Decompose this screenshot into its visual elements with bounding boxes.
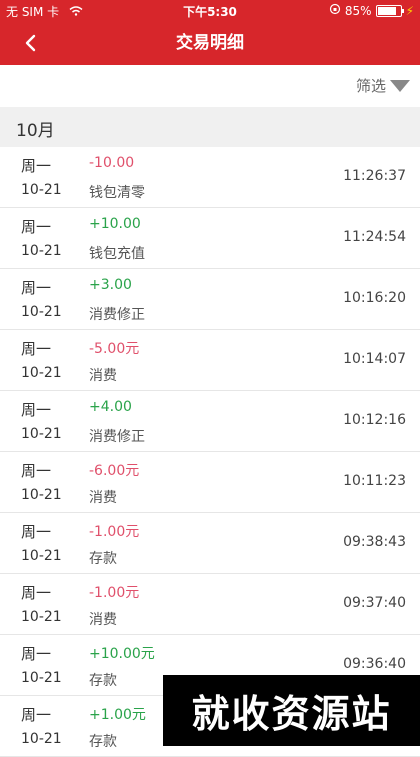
transaction-day: 周一 <box>21 584 52 602</box>
status-right: 85% ⚡ <box>329 3 414 18</box>
filter-button[interactable]: 筛选 <box>356 75 410 96</box>
transaction-amount: -6.00元 <box>89 463 140 479</box>
filter-label: 筛选 <box>355 77 386 95</box>
transaction-type: 钱包清零 <box>89 185 145 201</box>
transaction-type: 存款 <box>89 673 117 689</box>
watermark: 就收资源站 <box>163 675 420 746</box>
transaction-type: 钱包充值 <box>89 246 145 262</box>
transaction-row[interactable]: 周一 10-21 +4.00 消费修正 10:12:16 <box>0 391 420 452</box>
chevron-left-icon <box>25 34 36 52</box>
transaction-list: 周一 10-21 -10.00 钱包清零 11:26:37 周一 10-21 +10.00 钱包… <box>0 147 420 757</box>
battery-percent: 85% <box>344 3 372 18</box>
filter-bar: 筛选 <box>0 65 420 107</box>
transaction-row[interactable]: 周一 10-21 +10.00 钱包充值 11:24:54 <box>0 208 420 269</box>
status-bar: 无 SIM 卡 下午5:30 85% ⚡ <box>0 0 420 22</box>
transaction-date: 10-21 <box>21 548 62 564</box>
battery-icon <box>375 4 404 17</box>
transaction-row[interactable]: 周一 10-21 +3.00 消费修正 10:16:20 <box>0 269 420 330</box>
transaction-day: 周一 <box>21 340 52 358</box>
transaction-date: 10-21 <box>21 731 62 747</box>
triangle-down-icon <box>390 79 410 92</box>
transaction-time: 10:11:23 <box>343 473 406 489</box>
transaction-amount: +3.00 <box>89 277 132 293</box>
transaction-day: 周一 <box>21 401 52 419</box>
transaction-amount: -1.00元 <box>89 585 140 601</box>
transaction-amount: +10.00元 <box>89 646 155 662</box>
transaction-type: 存款 <box>89 551 117 567</box>
transaction-date: 10-21 <box>21 609 62 625</box>
transaction-time: 09:38:43 <box>343 534 406 550</box>
transaction-amount: +4.00 <box>89 399 132 415</box>
transaction-row[interactable]: 周一 10-21 -6.00元 消费 10:11:23 <box>0 452 420 513</box>
transaction-amount: -1.00元 <box>89 524 140 540</box>
transaction-type: 消费 <box>89 368 117 384</box>
transaction-amount: -10.00 <box>89 155 135 171</box>
transaction-date: 10-21 <box>21 487 62 503</box>
month-section-header: 10月 <box>0 107 420 147</box>
transaction-type: 存款 <box>89 734 117 750</box>
transaction-row[interactable]: 周一 10-21 -1.00元 存款 09:38:43 <box>0 513 420 574</box>
transaction-date: 10-21 <box>21 365 62 381</box>
transaction-amount: +10.00 <box>89 216 141 232</box>
watermark-text: 就收资源站 <box>191 692 392 736</box>
transaction-day: 周一 <box>21 218 52 236</box>
transaction-time: 11:26:37 <box>343 168 406 184</box>
transaction-time: 09:36:40 <box>343 656 406 672</box>
transaction-row[interactable]: 周一 10-21 -5.00元 消费 10:14:07 <box>0 330 420 391</box>
month-label: 10月 <box>16 121 55 141</box>
transaction-day: 周一 <box>21 645 52 663</box>
transaction-day: 周一 <box>21 157 52 175</box>
transaction-amount: +1.00元 <box>89 707 146 723</box>
transaction-time: 09:37:40 <box>343 595 406 611</box>
transaction-date: 10-21 <box>21 670 62 686</box>
transaction-time: 10:12:16 <box>343 412 406 428</box>
transaction-type: 消费修正 <box>89 307 145 323</box>
transaction-date: 10-21 <box>21 426 62 442</box>
transaction-type: 消费 <box>89 612 117 628</box>
transaction-type: 消费修正 <box>89 429 145 445</box>
transaction-day: 周一 <box>21 523 52 541</box>
charging-bolt-icon: ⚡ <box>405 3 414 18</box>
transaction-time: 10:14:07 <box>343 351 406 367</box>
orientation-lock-icon <box>329 3 341 18</box>
transaction-time: 10:16:20 <box>343 290 406 306</box>
transaction-day: 周一 <box>21 279 52 297</box>
nav-bar: 交易明细 <box>0 22 420 65</box>
transaction-row[interactable]: 周一 10-21 -10.00 钱包清零 11:26:37 <box>0 147 420 208</box>
transaction-day: 周一 <box>21 706 52 724</box>
transaction-time: 11:24:54 <box>343 229 406 245</box>
page-title: 交易明细 <box>176 33 244 53</box>
transaction-date: 10-21 <box>21 304 62 320</box>
transaction-day: 周一 <box>21 462 52 480</box>
back-button[interactable] <box>16 29 44 57</box>
transaction-date: 10-21 <box>21 182 62 198</box>
transaction-type: 消费 <box>89 490 117 506</box>
transaction-row[interactable]: 周一 10-21 -1.00元 消费 09:37:40 <box>0 574 420 635</box>
transaction-amount: -5.00元 <box>89 341 140 357</box>
transaction-date: 10-21 <box>21 243 62 259</box>
